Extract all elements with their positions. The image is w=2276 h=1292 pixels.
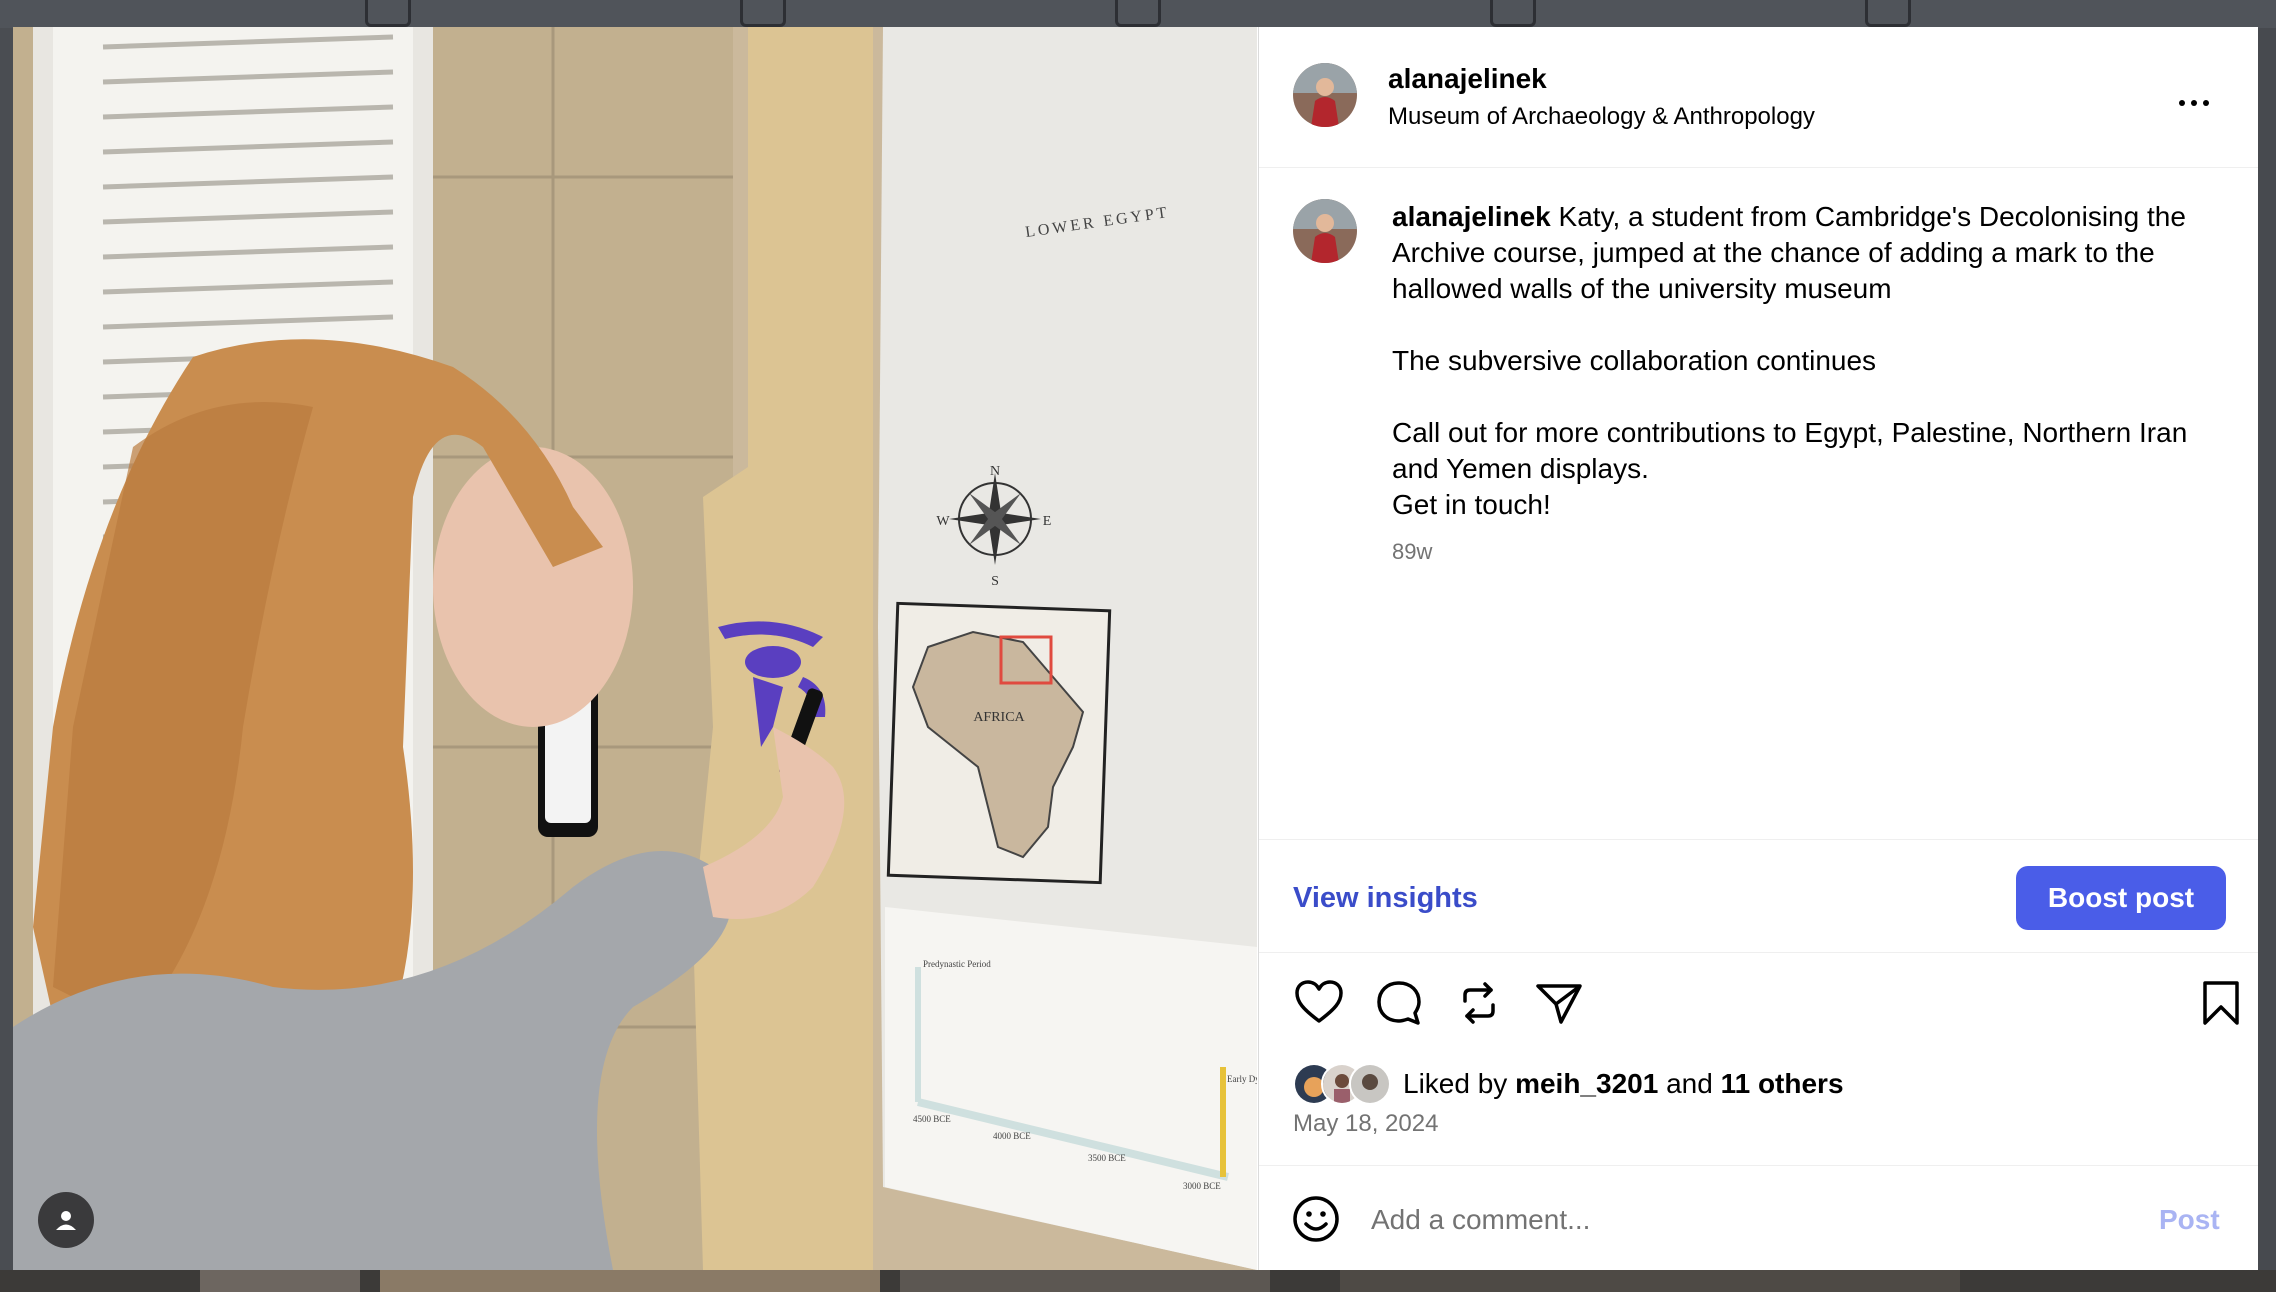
repost-icon: [1463, 982, 1495, 1024]
repost-button[interactable]: [1453, 977, 1505, 1029]
background-thumbnail: [380, 1270, 880, 1292]
view-insights-link[interactable]: View insights: [1293, 882, 1478, 915]
compass-north-label: N: [990, 464, 1000, 479]
user-tag-icon: [56, 1211, 76, 1230]
timeline-tick: 3500 BCE: [1088, 1153, 1126, 1163]
caption-first-paragraph: alanajelinek Katy, a student from Cambri…: [1392, 199, 2212, 307]
caption-text: Call out for more contributions to Egypt…: [1392, 417, 2188, 484]
post-photo-illustration: N S E W LOWER EGYPT AFRICA Predynastic P…: [13, 27, 1257, 1270]
compass-east-label: E: [1043, 514, 1052, 529]
post-side-panel: alanajelinek Museum of Archaeology & Ant…: [1258, 27, 2258, 1270]
caption-username[interactable]: alanajelinek: [1392, 201, 1551, 232]
reposts-tab-icon: [1490, 0, 1536, 27]
saved-tab-icon: [1115, 0, 1161, 27]
timeline-end-label: Early Dynastic Period: [1227, 1074, 1257, 1084]
heart-icon: [1295, 980, 1343, 1023]
more-options-dot: [2203, 100, 2209, 106]
background-thumbnail: [1340, 1270, 1960, 1292]
more-options-icon: [2179, 100, 2185, 106]
post-location[interactable]: Museum of Archaeology & Anthropology: [1388, 103, 1815, 131]
liker-avatar: [1349, 1063, 1391, 1105]
compass-south-label: S: [991, 574, 999, 589]
background-thumbnail: [200, 1270, 360, 1292]
tagged-tab-icon: [1865, 0, 1911, 27]
post-header: alanajelinek Museum of Archaeology & Ant…: [1259, 27, 2258, 168]
more-options-dot: [2191, 100, 2197, 106]
compass-west-label: W: [936, 514, 950, 529]
photo-tag-button[interactable]: [38, 1192, 94, 1248]
other-likers-link[interactable]: 11 others: [1721, 1068, 1844, 1099]
timeline-heading: Predynastic Period: [923, 959, 991, 969]
background-right-edge: [2258, 28, 2276, 1270]
post-date[interactable]: May 18, 2024: [1293, 1110, 1438, 1138]
post-caption: alanajelinek Katy, a student from Cambri…: [1392, 199, 2212, 523]
bookmark-icon: [2203, 981, 2239, 1025]
post-comment-button[interactable]: Post: [2159, 1204, 2220, 1236]
caption-text: Get in touch!: [1392, 489, 1551, 520]
timeline-tick: 4000 BCE: [993, 1131, 1031, 1141]
likes-summary[interactable]: Liked by meih_3201 and 11 others: [1293, 1062, 1844, 1106]
comment-input[interactable]: [1369, 1196, 2073, 1244]
boost-post-button[interactable]: Boost post: [2016, 866, 2226, 930]
comment-button[interactable]: [1373, 977, 1425, 1029]
liker-username[interactable]: meih_3201: [1515, 1068, 1658, 1099]
comment-icon: [1377, 981, 1421, 1025]
comment-bar: Post: [1259, 1165, 2258, 1270]
post-actions: [1259, 977, 2258, 1037]
liked-by-text: Liked by meih_3201 and 11 others: [1403, 1068, 1844, 1100]
post-relative-time[interactable]: 89w: [1392, 539, 1432, 565]
grid-tab-icon: [365, 0, 411, 27]
background-thumbnail: [900, 1270, 1270, 1292]
author-avatar[interactable]: [1293, 63, 1357, 127]
reels-tab-icon: [740, 0, 786, 27]
share-button[interactable]: [1533, 977, 1585, 1029]
timeline-tick: 3000 BCE: [1183, 1181, 1221, 1191]
emoji-button[interactable]: [1291, 1194, 1341, 1244]
liked-by-prefix: Liked by: [1403, 1068, 1508, 1099]
author-username[interactable]: alanajelinek: [1388, 63, 1547, 95]
timeline-tick: 4500 BCE: [913, 1114, 951, 1124]
liked-by-joiner: and: [1666, 1068, 1713, 1099]
post-photo[interactable]: N S E W LOWER EGYPT AFRICA Predynastic P…: [13, 27, 1257, 1270]
like-button[interactable]: [1293, 977, 1345, 1029]
map-label: AFRICA: [973, 710, 1025, 725]
background-nav-strip: [0, 0, 2276, 28]
post-modal: N S E W LOWER EGYPT AFRICA Predynastic P…: [13, 27, 2258, 1270]
caption-text: The subversive collaboration continues: [1392, 345, 1877, 376]
save-button[interactable]: [2195, 977, 2247, 1029]
more-options-button[interactable]: [2179, 95, 2219, 111]
insights-bar: View insights Boost post: [1259, 839, 2258, 953]
send-icon: [1536, 984, 1582, 1024]
emoji-icon: [1293, 1196, 1339, 1242]
caption-author-avatar[interactable]: [1293, 199, 1357, 263]
